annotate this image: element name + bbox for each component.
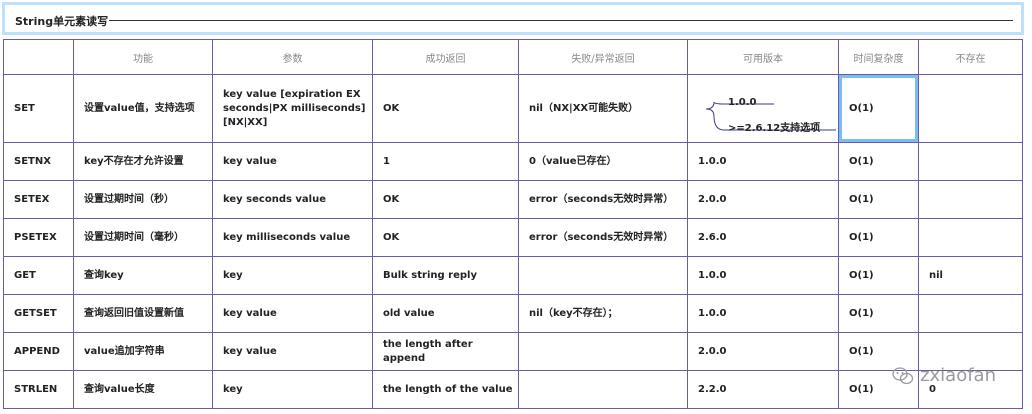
cell-function[interactable]: key不存在才允许设置 (73, 142, 213, 181)
cell-command[interactable]: APPEND (3, 332, 74, 371)
header-cell-function[interactable]: 功能 (73, 39, 213, 75)
cell-function[interactable]: 设置过期时间（毫秒） (73, 218, 213, 257)
header-row: 功能 参数 成功返回 失败/异常返回 可用版本 时间复杂度 不存在 (3, 39, 1023, 75)
cell-params[interactable]: key value (212, 294, 373, 333)
cell-success[interactable]: OK (372, 180, 519, 219)
cell-version[interactable]: 2.2.0 (687, 370, 839, 409)
cell-complexity[interactable]: O(1) (838, 142, 919, 181)
cell-success[interactable]: old value (372, 294, 519, 333)
sheet-title-bar: String单元素读写 (2, 2, 1024, 35)
cell-version[interactable]: 1.0.0 (687, 256, 839, 295)
table-row-set: SET 设置value值，支持选项 key value [expiration … (3, 74, 1023, 143)
cell-complexity[interactable]: O(1) (838, 218, 919, 257)
table-row: STRLEN 查询value长度 key the length of the valu… (3, 370, 1023, 409)
cell-function[interactable]: value追加字符串 (73, 332, 213, 371)
cell-failure[interactable]: error（seconds无效时异常） (518, 180, 688, 219)
cell-failure[interactable] (518, 332, 688, 371)
cell-missing[interactable]: 0 (918, 370, 1023, 409)
header-cell-failure[interactable]: 失败/异常返回 (518, 39, 688, 75)
cell-version[interactable]: 1.0.0 >=2.6.12支持选项 (687, 74, 839, 143)
cell-complexity[interactable]: O(1) (838, 332, 919, 371)
cell-command[interactable]: SET (3, 74, 74, 143)
cell-failure[interactable] (518, 256, 688, 295)
table-row: GET 查询key key Bulk string reply 1.0.0 O(1) nil (3, 256, 1023, 295)
cell-failure[interactable] (518, 370, 688, 409)
header-cell-params[interactable]: 参数 (212, 39, 373, 75)
version-branch: 1.0.0 >=2.6.12支持选项 (689, 82, 838, 136)
cell-command[interactable]: PSETEX (3, 218, 74, 257)
cell-command[interactable]: STRLEN (3, 370, 74, 409)
cell-success[interactable]: OK (372, 74, 519, 143)
cell-complexity[interactable]: O(1) (838, 256, 919, 295)
cell-failure[interactable]: 0（value已存在） (518, 142, 688, 181)
cell-missing[interactable] (918, 74, 1023, 143)
table-row: APPEND value追加字符串 key value the length afte… (3, 332, 1023, 371)
table-row: GETSET 查询返回旧值设置新值 key value old value nil（ke… (3, 294, 1023, 333)
cell-missing[interactable] (918, 332, 1023, 371)
cell-complexity[interactable]: O(1) (838, 180, 919, 219)
header-cell-missing[interactable]: 不存在 (918, 39, 1023, 75)
table-row: SETEX 设置过期时间（秒） key seconds value OK error（s… (3, 180, 1023, 219)
cell-function[interactable]: 查询key (73, 256, 213, 295)
cell-failure[interactable]: nil（key不存在）； (518, 294, 688, 333)
cell-command[interactable]: GETSET (3, 294, 74, 333)
command-table: 功能 参数 成功返回 失败/异常返回 可用版本 时间复杂度 不存在 SET 设置… (3, 39, 1023, 409)
version-options: >=2.6.12支持选项 (728, 122, 821, 134)
cell-missing[interactable]: nil (918, 256, 1023, 295)
cell-success[interactable]: Bulk string reply (372, 256, 519, 295)
header-cell-empty[interactable] (3, 39, 74, 75)
cell-params[interactable]: key (212, 370, 373, 409)
cell-version[interactable]: 2.0.0 (687, 180, 839, 219)
cell-complexity[interactable]: O(1) (838, 294, 919, 333)
cell-version[interactable]: 2.6.0 (687, 218, 839, 257)
cell-function[interactable]: 设置过期时间（秒） (73, 180, 213, 219)
cell-params[interactable]: key seconds value (212, 180, 373, 219)
cell-command[interactable]: SETEX (3, 180, 74, 219)
header-cell-success[interactable]: 成功返回 (372, 39, 519, 75)
cell-params[interactable]: key milliseconds value (212, 218, 373, 257)
cell-success[interactable]: OK (372, 218, 519, 257)
header-cell-version[interactable]: 可用版本 (687, 39, 839, 75)
cell-missing[interactable] (918, 142, 1023, 181)
header-cell-complexity[interactable]: 时间复杂度 (838, 39, 919, 75)
cell-success[interactable]: the length after append (372, 332, 519, 371)
cell-version[interactable]: 2.0.0 (687, 332, 839, 371)
cell-command[interactable]: SETNX (3, 142, 74, 181)
cell-params[interactable]: key value [expiration EX seconds|PX mill… (212, 74, 373, 143)
sheet-title: String单元素读写 (15, 15, 109, 28)
cell-missing[interactable] (918, 218, 1023, 257)
cell-params[interactable]: key value (212, 142, 373, 181)
cell-function[interactable]: 设置value值，支持选项 (73, 74, 213, 143)
table-row: SETNX key不存在才允许设置 key value 1 0（value已存在） 1.0… (3, 142, 1023, 181)
cell-missing[interactable] (918, 180, 1023, 219)
cell-success[interactable]: 1 (372, 142, 519, 181)
cell-function[interactable]: 查询value长度 (73, 370, 213, 409)
table-row: PSETEX 设置过期时间（毫秒） key milliseconds value OK… (3, 218, 1023, 257)
cell-success[interactable]: the length of the value (372, 370, 519, 409)
cell-params[interactable]: key (212, 256, 373, 295)
cell-function[interactable]: 查询返回旧值设置新值 (73, 294, 213, 333)
cell-failure[interactable]: nil（NX|XX可能失败） (518, 74, 688, 143)
cell-version[interactable]: 1.0.0 (687, 294, 839, 333)
cell-complexity[interactable]: O(1) (838, 370, 919, 409)
cell-command[interactable]: GET (3, 256, 74, 295)
cell-complexity-selected[interactable]: O(1) (838, 74, 919, 143)
cell-missing[interactable] (918, 294, 1023, 333)
cell-params[interactable]: key value (212, 332, 373, 371)
cell-failure[interactable]: error（seconds无效时异常） (518, 218, 688, 257)
cell-version[interactable]: 1.0.0 (687, 142, 839, 181)
version-base: 1.0.0 (728, 96, 757, 108)
title-divider (109, 20, 1013, 21)
